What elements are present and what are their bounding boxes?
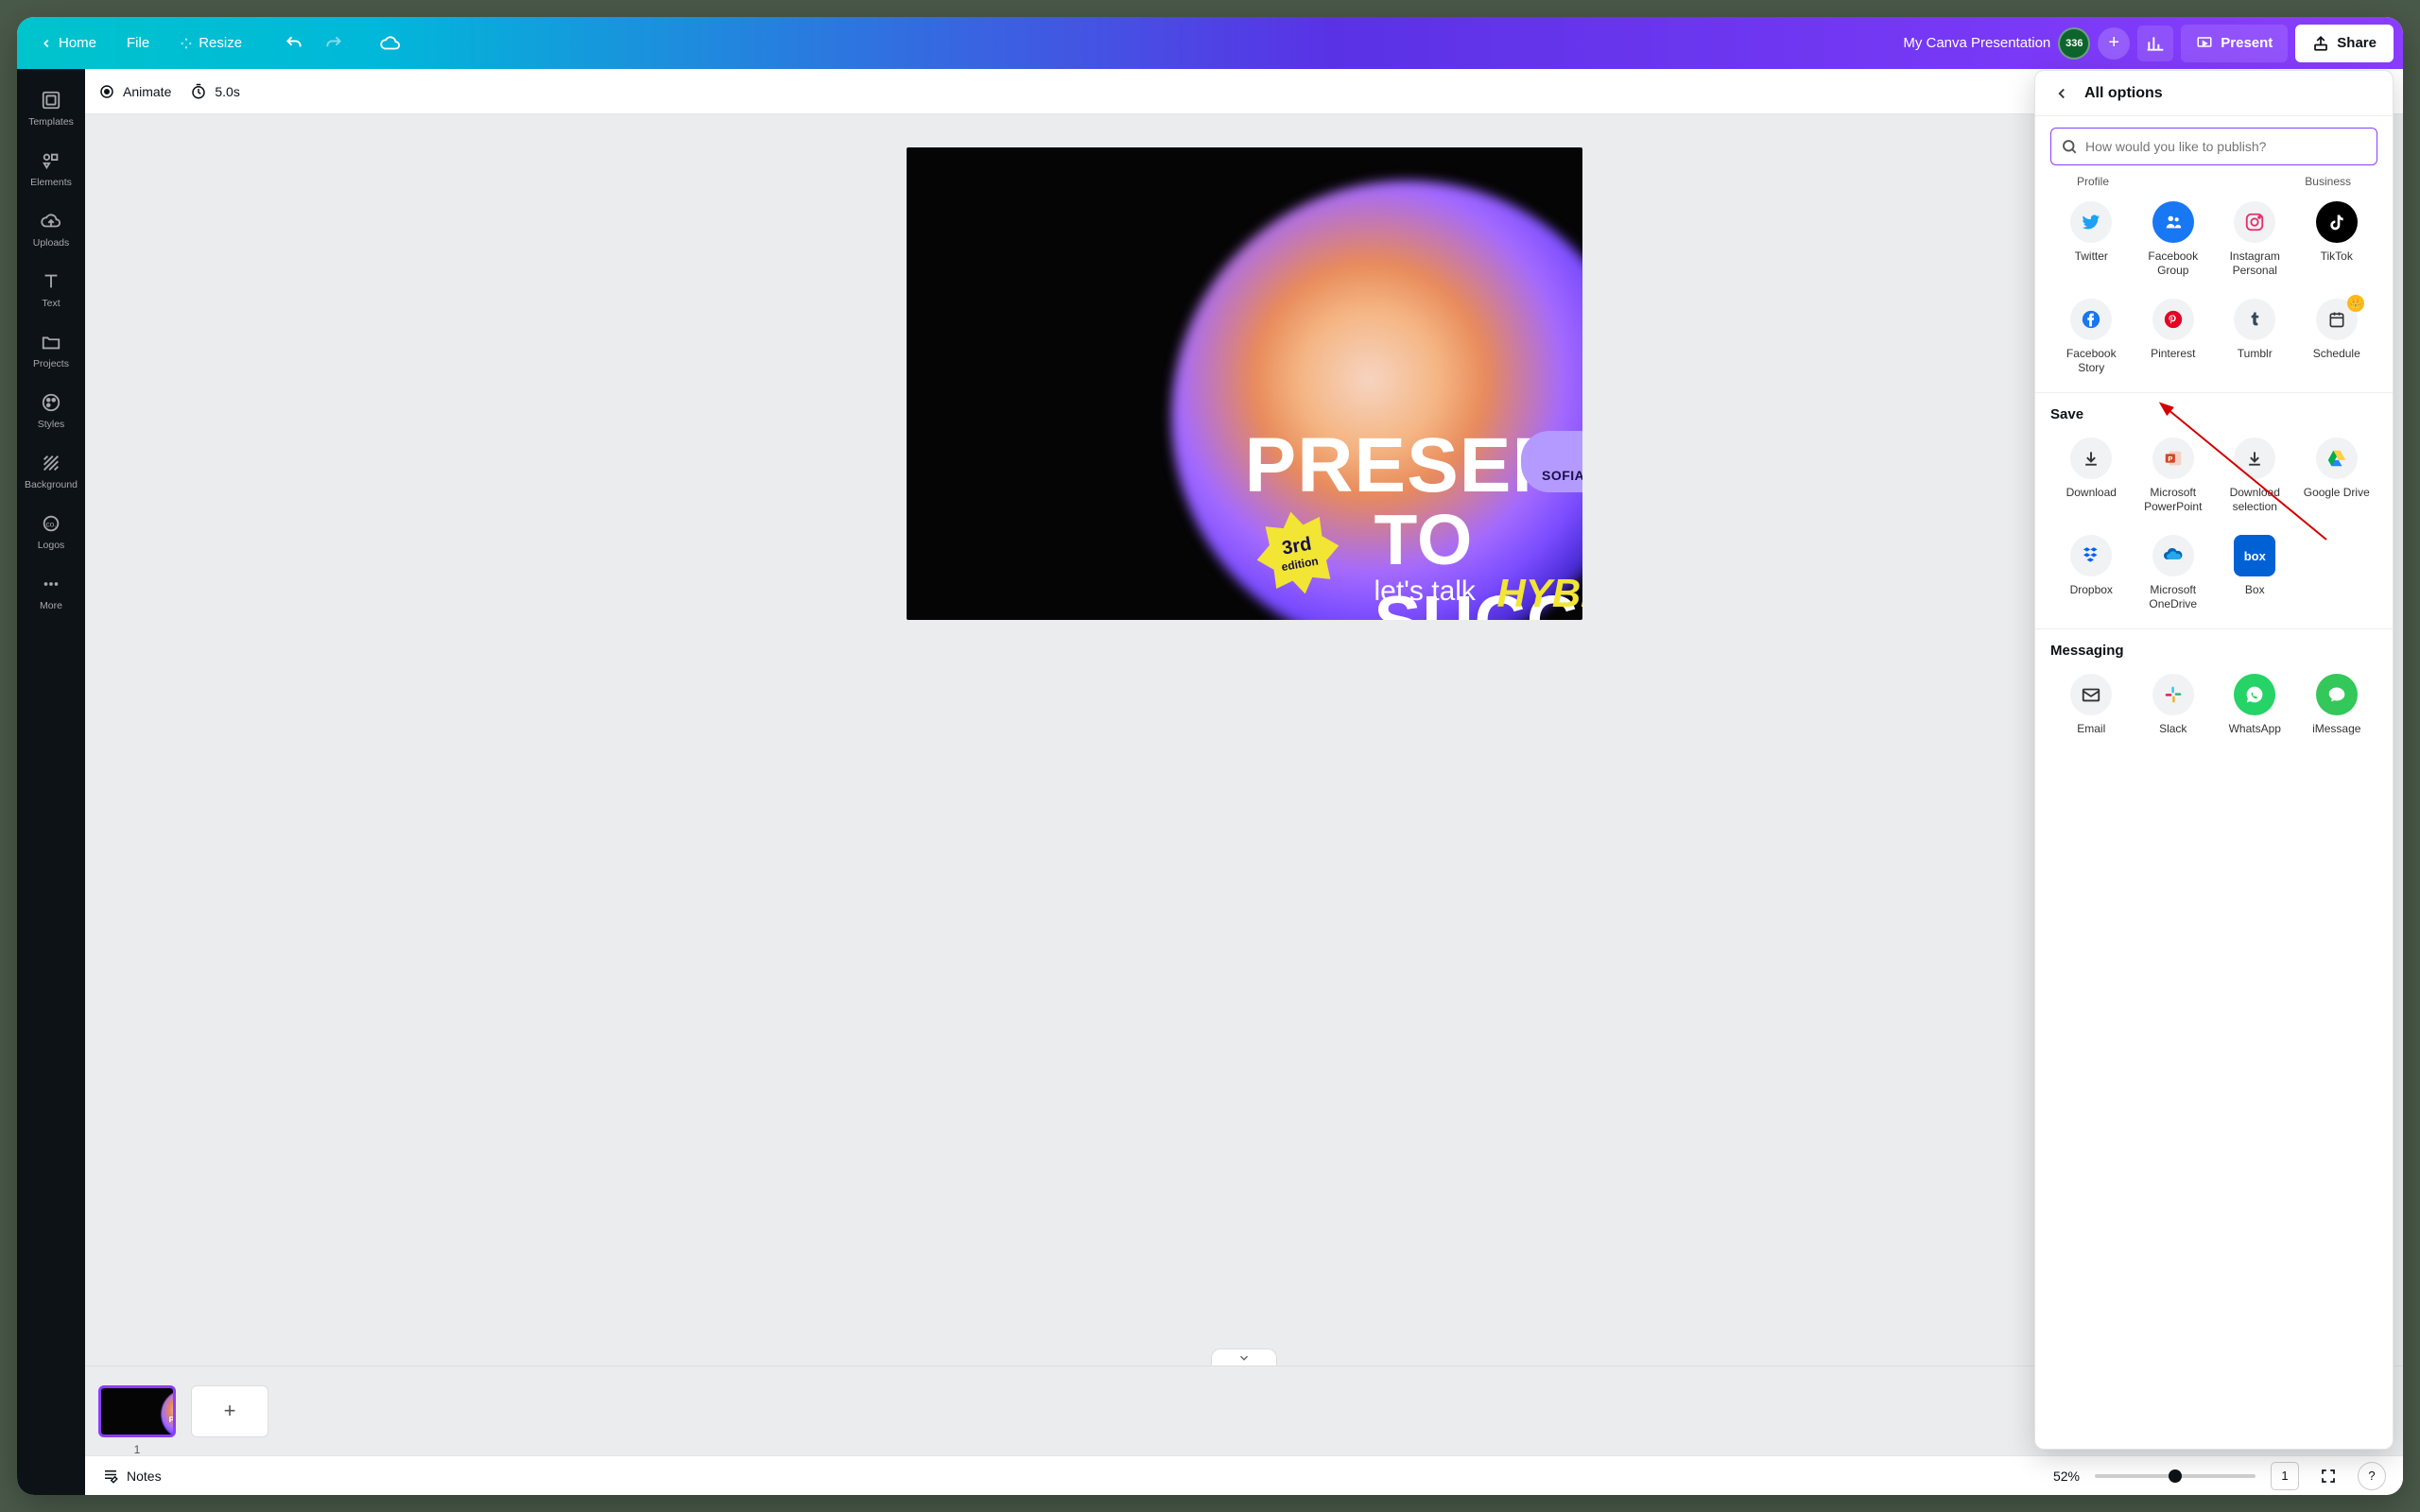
- slack-icon: [2152, 674, 2194, 715]
- messaging-slack[interactable]: Slack: [2133, 668, 2215, 746]
- sidebar-styles[interactable]: Styles: [17, 383, 85, 441]
- share-panel-header: All options: [2035, 71, 2393, 116]
- save-dropbox[interactable]: Dropbox: [2050, 529, 2133, 621]
- save-box[interactable]: box Box: [2214, 529, 2296, 621]
- share-tumblr[interactable]: Tumblr: [2214, 293, 2296, 385]
- share-facebook-group[interactable]: Facebook Group: [2133, 196, 2215, 287]
- dropbox-icon: [2070, 535, 2112, 576]
- add-collaborator-button[interactable]: +: [2098, 27, 2130, 60]
- present-button[interactable]: Present: [2181, 25, 2288, 62]
- pinterest-icon: [2152, 299, 2194, 340]
- messaging-imessage[interactable]: iMessage: [2296, 668, 2378, 746]
- share-panel: All options Profile Business Twitter Fac…: [2034, 70, 2394, 1450]
- share-panel-body[interactable]: Profile Business Twitter Facebook Group …: [2035, 116, 2393, 1449]
- publish-search-input[interactable]: [2085, 139, 2367, 154]
- zoom-level-label: 52%: [2053, 1469, 2080, 1484]
- box-icon: box: [2234, 535, 2275, 576]
- add-page-button[interactable]: +: [191, 1385, 268, 1437]
- download-icon: [2070, 438, 2112, 479]
- messaging-section-title: Messaging: [2050, 643, 2377, 659]
- expand-strip-handle[interactable]: [1211, 1349, 1277, 1366]
- animate-button[interactable]: Animate: [98, 83, 171, 100]
- onedrive-icon: [2152, 535, 2194, 576]
- svg-text:P: P: [2168, 455, 2172, 463]
- save-section-title: Save: [2050, 406, 2377, 422]
- sidebar-projects[interactable]: Projects: [17, 322, 85, 381]
- undo-button[interactable]: [276, 26, 312, 61]
- slide-subtitle-2[interactable]: HYBRID: [1497, 571, 1582, 616]
- event-date-pill[interactable]: 28 APR 2023 SOFIA, BULGARIA / ONLINE: [1521, 431, 1582, 492]
- messaging-whatsapp[interactable]: WhatsApp: [2214, 668, 2296, 746]
- imessage-icon: [2316, 674, 2358, 715]
- share-panel-title: All options: [2084, 85, 2163, 102]
- zoom-slider[interactable]: [2095, 1474, 2256, 1478]
- share-tiktok[interactable]: TikTok: [2296, 196, 2378, 287]
- sidebar-text[interactable]: Text: [17, 262, 85, 320]
- profile-label: Profile: [2077, 175, 2109, 188]
- top-toolbar: Home File Resize 336 +: [17, 17, 2403, 69]
- help-button[interactable]: ?: [2358, 1462, 2386, 1490]
- app-window: Home File Resize 336 +: [17, 17, 2403, 1495]
- email-icon: [2070, 674, 2112, 715]
- search-icon: [2061, 138, 2078, 155]
- slide-subtitle-1[interactable]: let's talk: [1374, 576, 1476, 608]
- sidebar-background[interactable]: Background: [17, 443, 85, 502]
- sidebar-templates[interactable]: Templates: [17, 80, 85, 139]
- save-powerpoint[interactable]: P Microsoft PowerPoint: [2133, 432, 2215, 524]
- business-label: Business: [2305, 175, 2351, 188]
- bottom-bar: Notes 52% 1 ?: [85, 1455, 2403, 1495]
- page-thumbnail-1[interactable]: PRESENT TO SUCCEED HYBRID: [98, 1385, 176, 1437]
- back-button[interactable]: [2050, 82, 2073, 105]
- share-facebook-story[interactable]: Facebook Story: [2050, 293, 2133, 385]
- resize-menu[interactable]: Resize: [166, 26, 255, 61]
- analytics-icon[interactable]: [2137, 26, 2173, 61]
- redo-button[interactable]: [316, 26, 352, 61]
- download-selection-icon: [2234, 438, 2275, 479]
- whatsapp-icon: [2234, 674, 2275, 715]
- share-button[interactable]: Share: [2295, 25, 2394, 62]
- facebook-story-icon: [2070, 299, 2112, 340]
- page-indicator-button[interactable]: 1: [2271, 1462, 2299, 1490]
- share-pinterest[interactable]: Pinterest: [2133, 293, 2215, 385]
- facebook-group-icon: [2152, 201, 2194, 243]
- cloud-sync-icon[interactable]: [372, 26, 408, 61]
- sidebar-more[interactable]: More: [17, 564, 85, 623]
- save-download-selection[interactable]: Download selection: [2214, 432, 2296, 524]
- file-menu[interactable]: File: [113, 26, 163, 61]
- share-schedule[interactable]: 👑 Schedule: [2296, 293, 2378, 385]
- notes-button[interactable]: Notes: [102, 1468, 162, 1485]
- sidebar-uploads[interactable]: Uploads: [17, 201, 85, 260]
- tiktok-icon: [2316, 201, 2358, 243]
- svg-text:co.: co.: [45, 521, 56, 529]
- save-onedrive[interactable]: Microsoft OneDrive: [2133, 529, 2215, 621]
- document-title-input[interactable]: [1842, 35, 2050, 51]
- page-number-label: 1: [134, 1443, 141, 1456]
- slide-canvas[interactable]: PRESENT TO SUCCEED let's talk HYBRID 28 …: [907, 147, 1582, 620]
- instagram-icon: [2234, 201, 2275, 243]
- user-avatar[interactable]: 336: [2058, 27, 2090, 60]
- google-drive-icon: [2316, 438, 2358, 479]
- messaging-email[interactable]: Email: [2050, 668, 2133, 746]
- fullscreen-button[interactable]: [2314, 1462, 2342, 1490]
- powerpoint-icon: P: [2152, 438, 2194, 479]
- tumblr-icon: [2234, 299, 2275, 340]
- sidebar-elements[interactable]: Elements: [17, 141, 85, 199]
- home-label: Home: [59, 35, 96, 51]
- share-twitter[interactable]: Twitter: [2050, 196, 2133, 287]
- pro-badge-icon: 👑: [2347, 295, 2364, 312]
- left-sidebar: Templates Elements Uploads Text Projects…: [17, 69, 85, 1495]
- share-instagram-personal[interactable]: Instagram Personal: [2214, 196, 2296, 287]
- home-button[interactable]: Home: [26, 26, 110, 61]
- duration-button[interactable]: 5.0s: [190, 83, 239, 100]
- save-google-drive[interactable]: Google Drive: [2296, 432, 2378, 524]
- twitter-icon: [2070, 201, 2112, 243]
- save-download[interactable]: Download: [2050, 432, 2133, 524]
- publish-search[interactable]: [2050, 128, 2377, 165]
- sidebar-logos[interactable]: co. Logos: [17, 504, 85, 562]
